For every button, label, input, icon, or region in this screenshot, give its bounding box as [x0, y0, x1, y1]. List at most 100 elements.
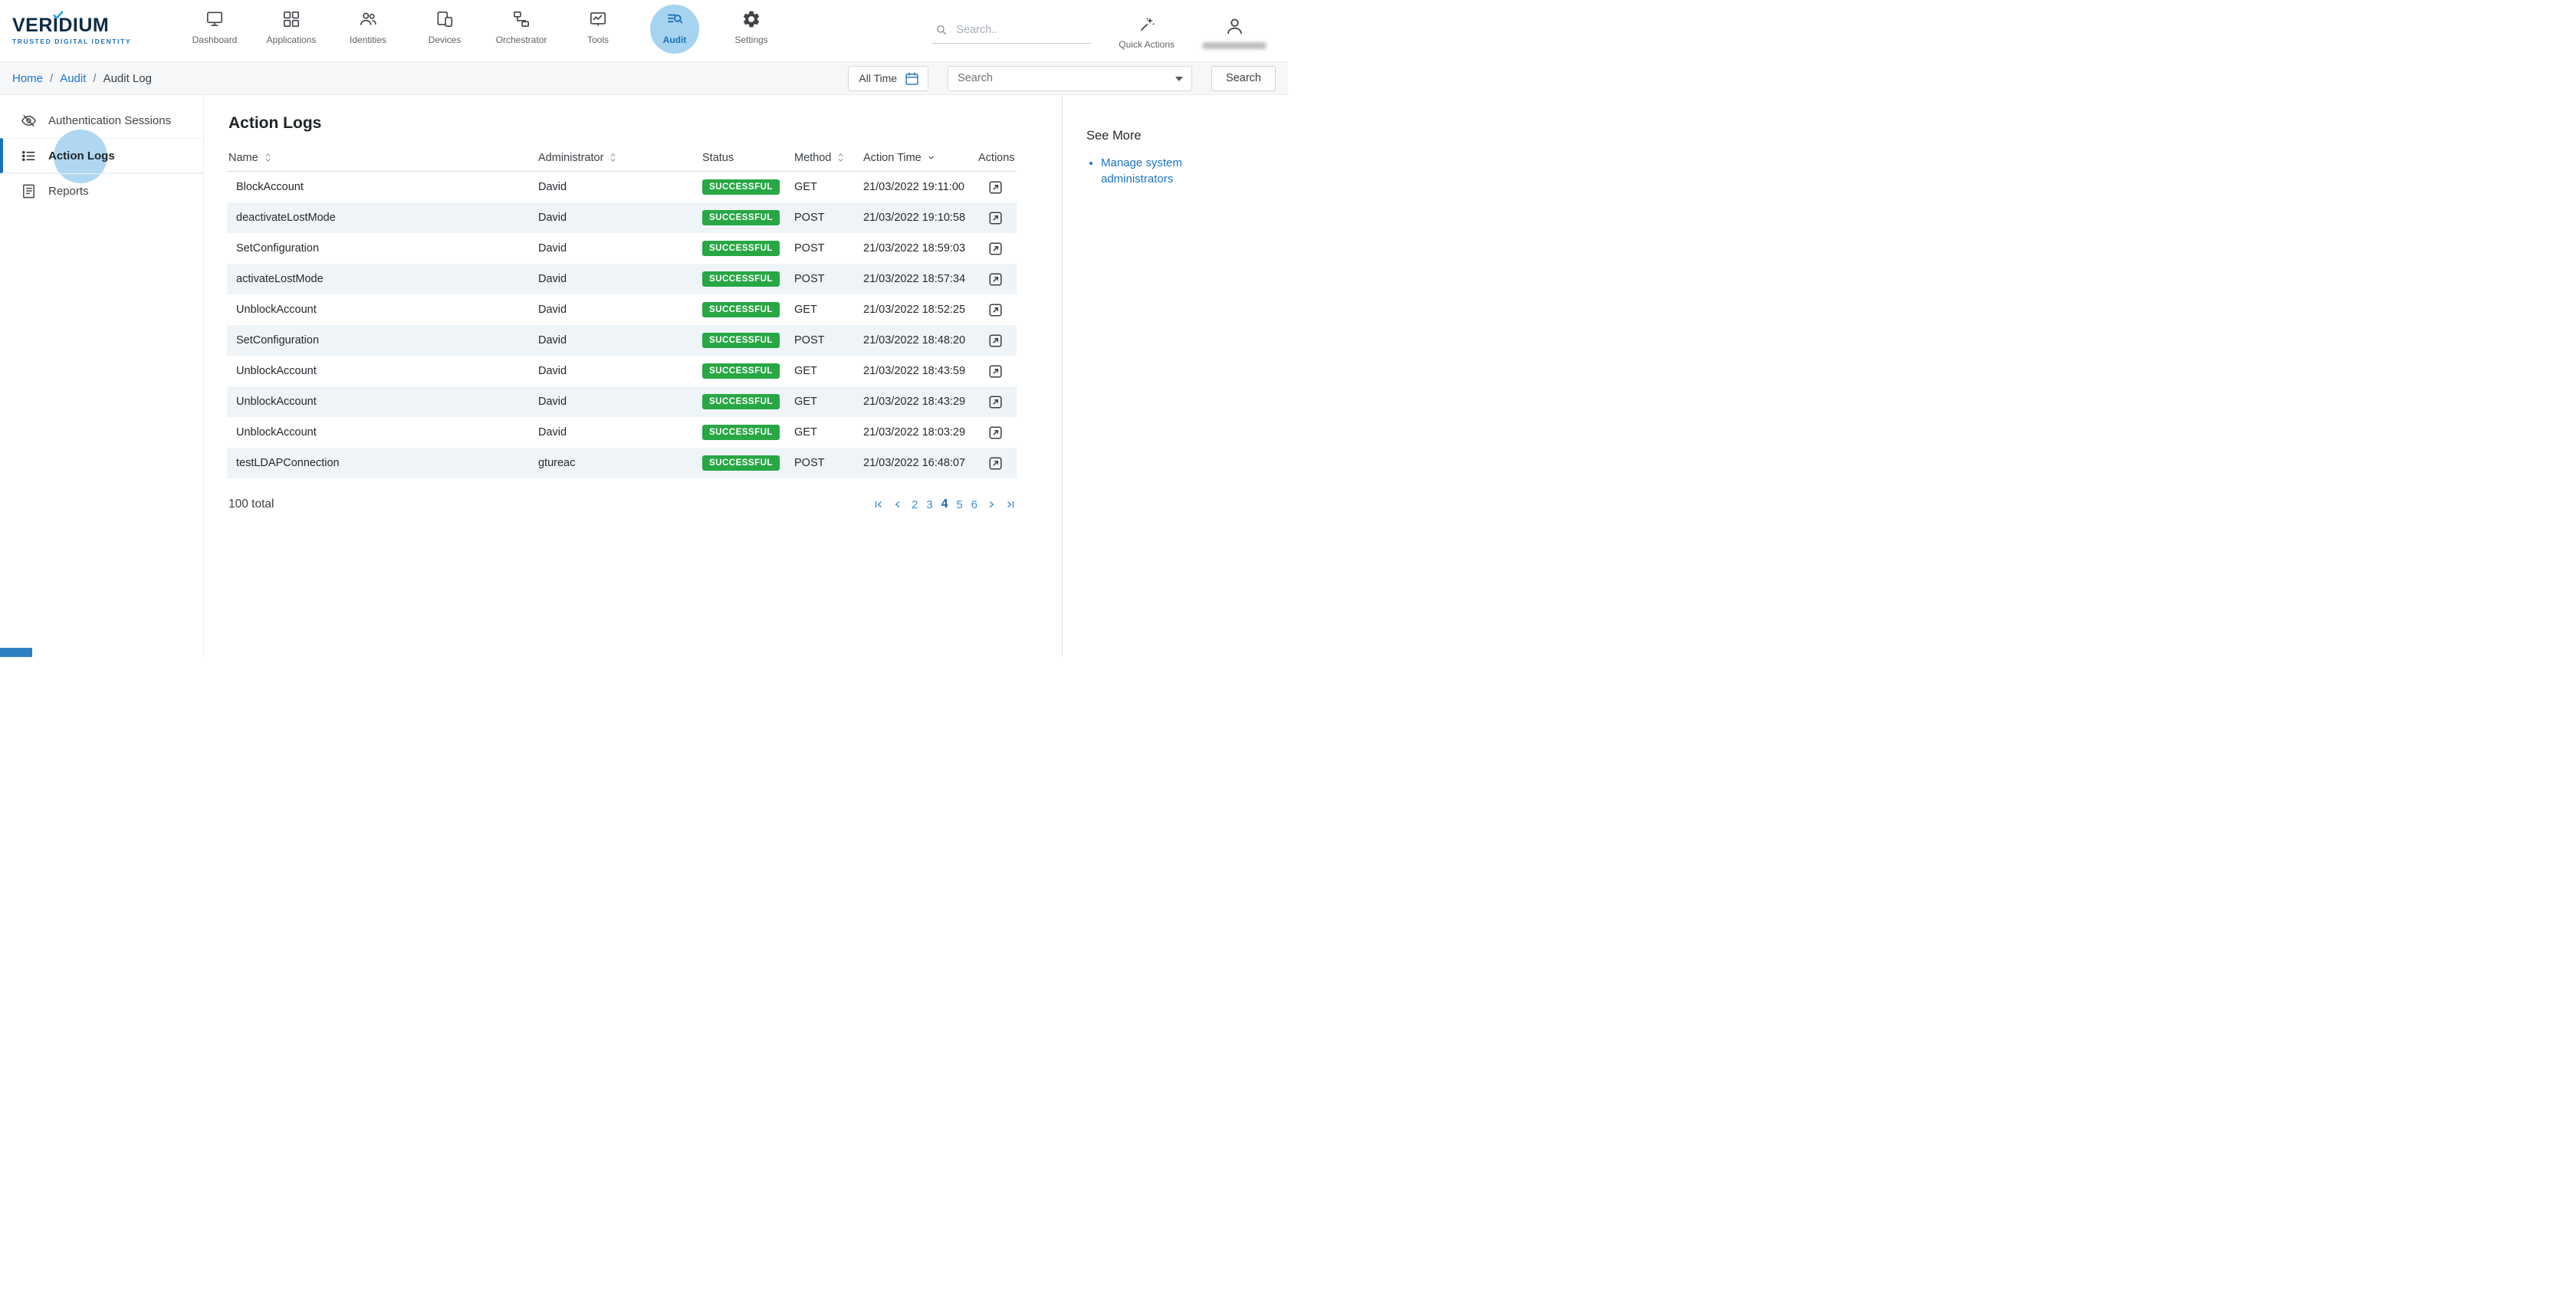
page-number-6[interactable]: 6: [971, 498, 978, 512]
table-row[interactable]: BlockAccount David SUCCESSFUL GET 21/03/…: [227, 172, 1017, 202]
cell-method: GET: [793, 426, 862, 439]
settings-gear-icon: [741, 9, 761, 29]
veridium-logo[interactable]: VERIDIUM TRUSTED DIGITAL IDENTITY: [12, 0, 143, 61]
nav-item-applications[interactable]: Applications: [253, 0, 330, 61]
quick-actions-button[interactable]: Quick Actions: [1119, 12, 1175, 50]
nav-label: Devices: [429, 34, 462, 45]
table-row[interactable]: SetConfiguration David SUCCESSFUL POST 2…: [227, 325, 1017, 356]
cell-action-time: 21/03/2022 18:03:29: [862, 426, 977, 439]
nav-item-devices[interactable]: Devices: [406, 0, 483, 61]
status-badge: SUCCESSFUL: [702, 241, 780, 256]
nav-item-tools[interactable]: Tools: [560, 0, 636, 61]
user-avatar-icon: [1224, 16, 1245, 37]
cell-name: UnblockAccount: [227, 396, 537, 408]
user-profile-button[interactable]: [1202, 13, 1267, 49]
cell-administrator: David: [537, 212, 701, 224]
manage-system-administrators-link[interactable]: Manage system administrators: [1101, 156, 1182, 186]
view-details-button[interactable]: [986, 270, 1005, 289]
breadcrumb-home-link[interactable]: Home: [12, 72, 43, 85]
page-number-5[interactable]: 5: [955, 498, 963, 512]
page-number-3[interactable]: 3: [925, 498, 933, 512]
column-header-status: Status: [701, 152, 793, 164]
table-row[interactable]: UnblockAccount David SUCCESSFUL GET 21/0…: [227, 417, 1017, 448]
view-details-button[interactable]: [986, 209, 1005, 228]
devices-icon: [435, 9, 455, 29]
table-body: BlockAccount David SUCCESSFUL GET 21/03/…: [227, 172, 1017, 478]
table-row[interactable]: UnblockAccount David SUCCESSFUL GET 21/0…: [227, 356, 1017, 386]
logo-tagline: TRUSTED DIGITAL IDENTITY: [12, 38, 143, 45]
time-range-label: All Time: [859, 72, 897, 84]
column-header-administrator[interactable]: Administrator: [537, 152, 701, 164]
column-header-method[interactable]: Method: [793, 152, 862, 164]
cell-action-time: 21/03/2022 18:48:20: [862, 334, 977, 347]
column-label: Name: [228, 152, 258, 164]
nav-item-settings[interactable]: Settings: [713, 0, 790, 61]
action-logs-icon: [20, 147, 38, 165]
global-search-input[interactable]: [956, 24, 1071, 36]
nav-label: Dashboard: [192, 34, 238, 45]
view-details-button[interactable]: [986, 393, 1005, 412]
column-label: Actions: [978, 152, 1015, 164]
sidebar-item-authentication-sessions[interactable]: Authentication Sessions: [0, 103, 203, 138]
page-number-2[interactable]: 2: [911, 498, 918, 512]
global-search[interactable]: [932, 18, 1091, 44]
breadcrumb-separator: /: [93, 72, 96, 85]
nav-label: Identities: [350, 34, 386, 45]
search-button[interactable]: Search: [1211, 66, 1276, 91]
dashboard-icon: [205, 9, 225, 29]
previous-page-button[interactable]: [892, 498, 904, 511]
table-row[interactable]: UnblockAccount David SUCCESSFUL GET 21/0…: [227, 294, 1017, 325]
last-page-button[interactable]: [1004, 498, 1017, 511]
view-details-button[interactable]: [986, 423, 1005, 442]
page-number-4[interactable]: 4: [941, 497, 949, 512]
view-details-button[interactable]: [986, 239, 1005, 258]
view-details-button[interactable]: [986, 454, 1005, 473]
sidebar-item-action-logs[interactable]: Action Logs: [0, 138, 203, 173]
nav-label: Applications: [267, 34, 317, 45]
view-details-button[interactable]: [986, 301, 1005, 320]
column-header-name[interactable]: Name: [227, 152, 537, 164]
table-row[interactable]: SetConfiguration David SUCCESSFUL POST 2…: [227, 233, 1017, 264]
cell-administrator: David: [537, 304, 701, 316]
cell-method: POST: [793, 242, 862, 255]
nav-label: Audit: [663, 34, 687, 45]
see-more-panel: See More Manage system administrators: [1062, 95, 1288, 657]
status-badge: SUCCESSFUL: [702, 455, 780, 471]
cell-name: activateLostMode: [227, 273, 537, 285]
nav-item-audit[interactable]: Audit: [636, 0, 713, 61]
view-details-button[interactable]: [986, 178, 1005, 197]
cell-administrator: gtureac: [537, 457, 701, 469]
next-page-button[interactable]: [985, 498, 997, 511]
table-row[interactable]: testLDAPConnection gtureac SUCCESSFUL PO…: [227, 448, 1017, 478]
table-row[interactable]: UnblockAccount David SUCCESSFUL GET 21/0…: [227, 386, 1017, 417]
total-count: 100 total: [227, 498, 274, 511]
nav-item-dashboard[interactable]: Dashboard: [176, 0, 253, 61]
breadcrumb-audit-link[interactable]: Audit: [60, 72, 86, 85]
cell-method: GET: [793, 181, 862, 193]
status-badge: SUCCESSFUL: [702, 333, 780, 348]
cell-action-time: 21/03/2022 18:57:34: [862, 273, 977, 285]
audit-search-combobox[interactable]: [948, 66, 1192, 91]
view-details-button[interactable]: [986, 331, 1005, 350]
nav-item-identities[interactable]: Identities: [330, 0, 406, 61]
sort-icon: [836, 153, 845, 163]
status-badge: SUCCESSFUL: [702, 363, 780, 379]
main-panel: Action Logs Name Administrator Status Me…: [204, 95, 1062, 657]
cell-administrator: David: [537, 396, 701, 408]
column-label: Action Time: [863, 152, 922, 164]
logo-text: VERIDIUM: [12, 16, 143, 35]
table-row[interactable]: activateLostMode David SUCCESSFUL POST 2…: [227, 264, 1017, 294]
cell-action-time: 21/03/2022 18:59:03: [862, 242, 977, 255]
quick-actions-label: Quick Actions: [1119, 39, 1175, 50]
column-header-action-time[interactable]: Action Time: [862, 152, 977, 164]
nav-label: Orchestrator: [496, 34, 547, 45]
view-details-button[interactable]: [986, 362, 1005, 381]
time-range-button[interactable]: All Time: [848, 66, 928, 91]
top-navigation-bar: VERIDIUM TRUSTED DIGITAL IDENTITY Dashbo…: [0, 0, 1288, 61]
audit-search-input[interactable]: [948, 66, 1192, 91]
first-page-button[interactable]: [872, 498, 885, 511]
table-row[interactable]: deactivateLostMode David SUCCESSFUL POST…: [227, 202, 1017, 233]
sidebar-item-reports[interactable]: Reports: [0, 173, 203, 209]
nav-item-orchestrator[interactable]: Orchestrator: [483, 0, 560, 61]
breadcrumb: Home / Audit / Audit Log: [12, 72, 152, 85]
